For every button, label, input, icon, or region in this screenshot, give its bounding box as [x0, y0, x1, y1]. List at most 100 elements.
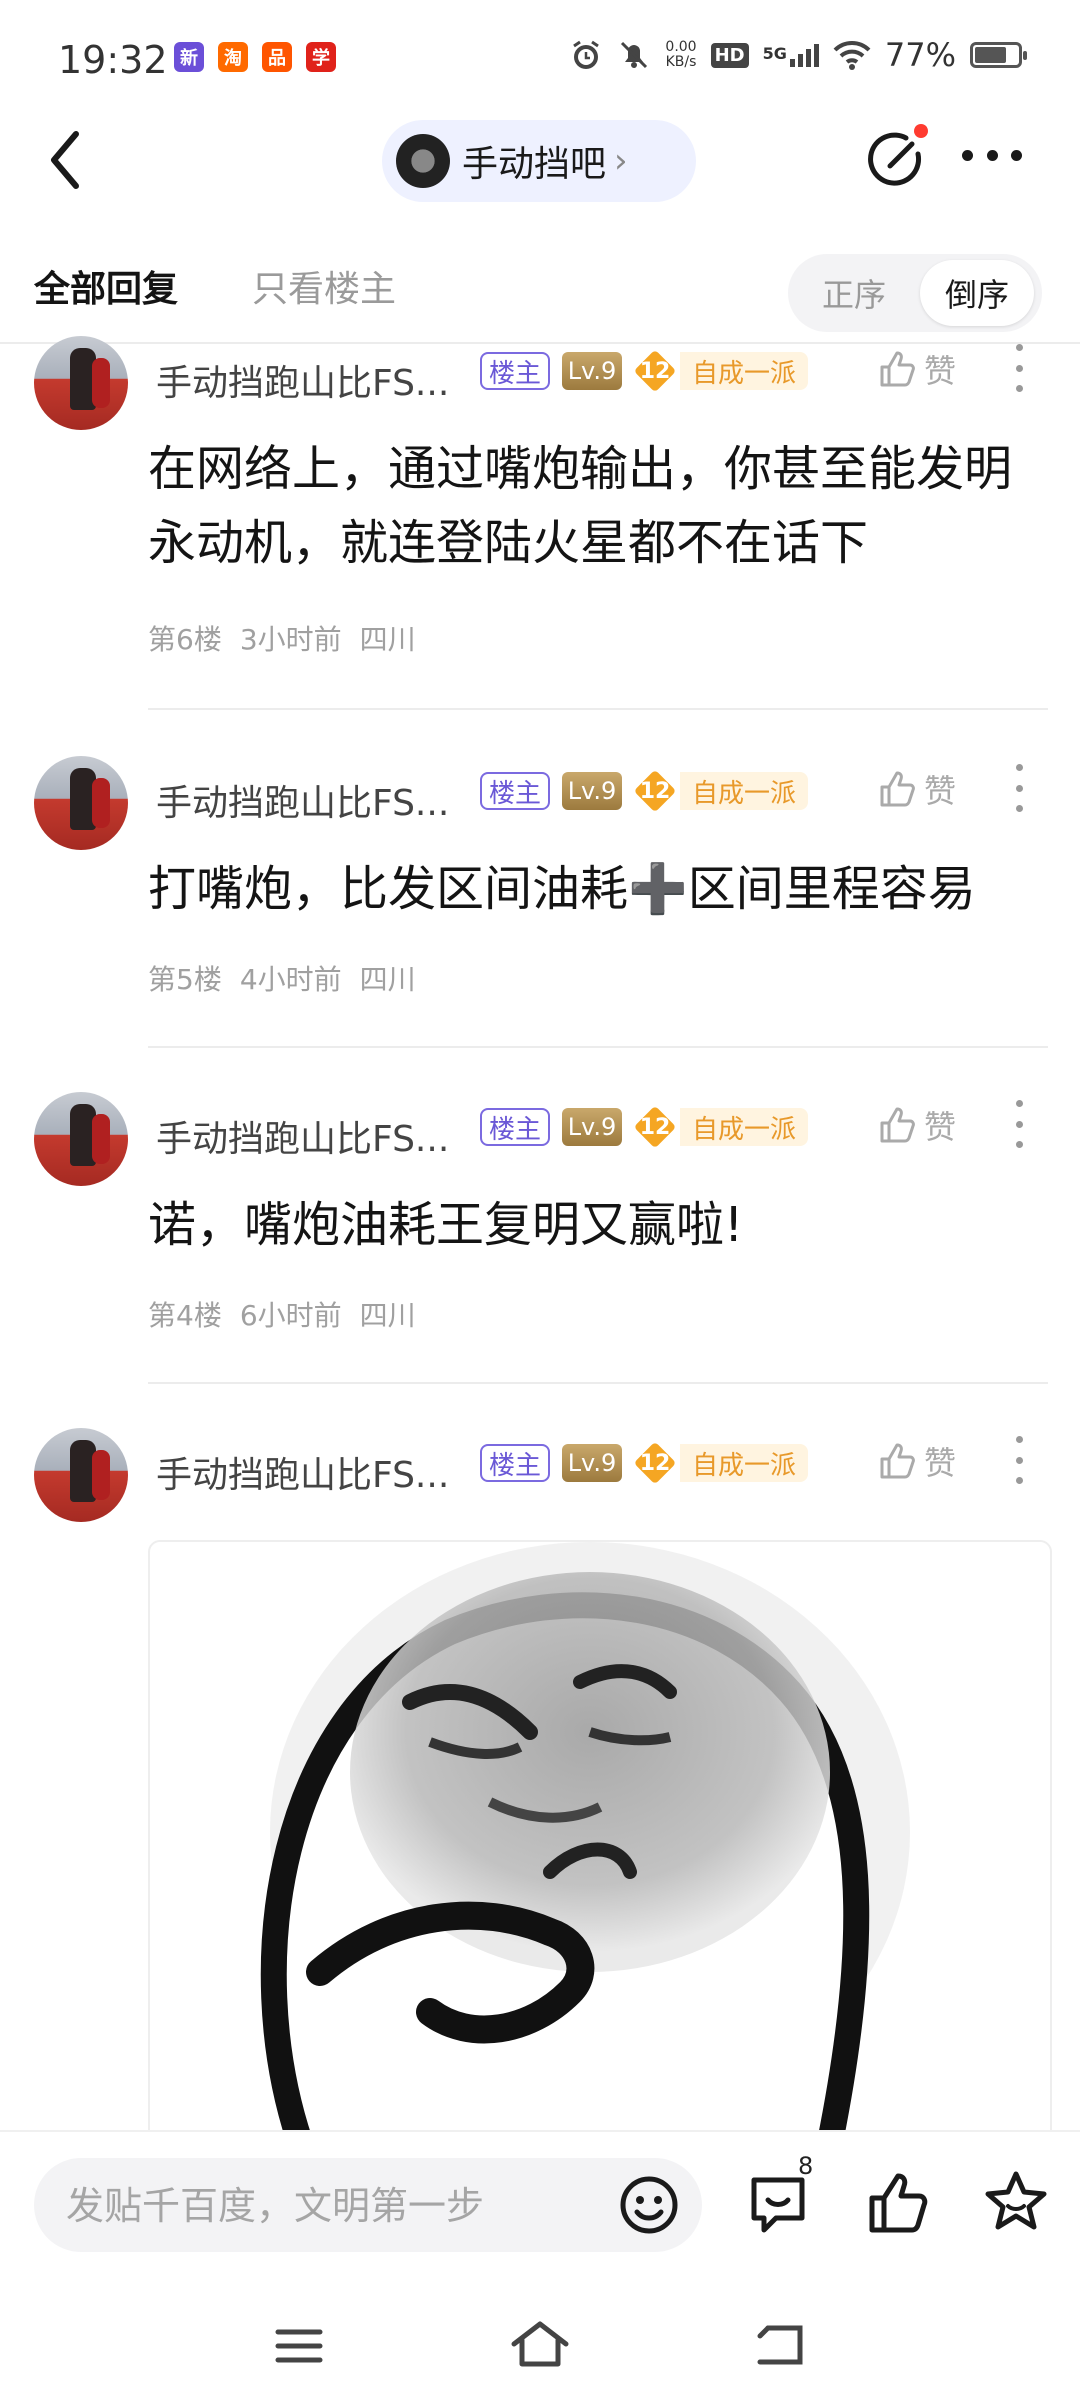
- net-speed: 0.00 KB/s: [665, 40, 696, 70]
- net-speed-unit: KB/s: [665, 54, 697, 70]
- floor-number: 第6楼: [148, 623, 222, 656]
- wifi-icon: [833, 40, 871, 70]
- level-badge: Lv.9: [562, 1108, 622, 1146]
- thinking-face-image: [260, 1542, 910, 2142]
- more-options-button[interactable]: [962, 150, 1022, 166]
- reply-input[interactable]: [64, 2158, 608, 2254]
- avatar[interactable]: [34, 756, 128, 850]
- taobao-icon: 淘: [218, 42, 248, 72]
- post-time: 3小时前: [239, 623, 342, 656]
- post-meta: 第4楼 6小时前 四川: [148, 1294, 434, 1334]
- title-text: 自成一派: [680, 352, 809, 390]
- sort-toggle: 正序 倒序: [788, 254, 1042, 332]
- post-more-button[interactable]: [1016, 1436, 1024, 1484]
- divider: [148, 1382, 1048, 1384]
- home-icon[interactable]: [508, 2318, 572, 2370]
- tab-only-op[interactable]: 只看楼主: [252, 260, 396, 312]
- network-label: 5G: [762, 43, 787, 63]
- back-button[interactable]: [40, 126, 92, 194]
- username[interactable]: 手动挡跑山比FS...: [156, 774, 449, 826]
- app-badge-4-icon: 学: [306, 42, 336, 72]
- like-button[interactable]: 赞: [878, 766, 956, 812]
- net-speed-value: 0.00: [665, 39, 697, 55]
- floor-number: 第4楼: [148, 1299, 222, 1332]
- chevron-right-icon: ›: [614, 141, 628, 181]
- post-location: 四川: [359, 623, 416, 656]
- tab-all-replies[interactable]: 全部回复: [34, 260, 178, 312]
- star-icon[interactable]: [982, 2168, 1050, 2236]
- title-text: 自成一派: [680, 1108, 809, 1146]
- like-label: 赞: [924, 1108, 957, 1146]
- post-more-button[interactable]: [1016, 1100, 1024, 1148]
- op-badge: 楼主: [480, 352, 550, 390]
- status-bar: 19:32 新 淘 品 学 0.00 KB/s HD 5G 77%: [0, 0, 1080, 120]
- post-content: 打嘴炮，比发区间油耗➕区间里程容易: [148, 861, 976, 917]
- forum-entry-button[interactable]: 手动挡吧 ›: [382, 120, 696, 202]
- title-badge: 12 自成一派: [633, 349, 809, 393]
- post-location: 四川: [359, 1299, 416, 1332]
- thumbs-up-icon: [880, 1107, 915, 1143]
- forum-name: 手动挡吧: [462, 144, 607, 185]
- floor-number: 第5楼: [148, 963, 222, 996]
- menu-icon[interactable]: [274, 2326, 324, 2366]
- back-nav-icon[interactable]: [752, 2322, 808, 2368]
- op-badge: 楼主: [480, 772, 550, 810]
- sort-ascending-button[interactable]: 正序: [800, 260, 908, 326]
- emoji-icon[interactable]: [618, 2174, 680, 2236]
- like-button[interactable]: 赞: [878, 1438, 956, 1484]
- post-meta: 第5楼 4小时前 四川: [148, 958, 434, 998]
- post-location: 四川: [359, 963, 416, 996]
- like-label: 赞: [924, 772, 957, 810]
- username[interactable]: 手动挡跑山比FS...: [156, 1446, 449, 1498]
- avatar[interactable]: [34, 336, 128, 430]
- app-badge-1-icon: 新: [174, 42, 204, 72]
- status-time: 19:32: [58, 38, 168, 82]
- alarm-icon: [573, 40, 600, 69]
- battery-icon: [970, 42, 1027, 68]
- system-navigation-bar: [0, 2290, 1080, 2400]
- username[interactable]: 手动挡跑山比FS...: [156, 354, 449, 406]
- title-level: 12: [639, 778, 671, 804]
- title-level: 12: [639, 1450, 671, 1476]
- post-more-button[interactable]: [1016, 344, 1024, 392]
- like-label: 赞: [924, 352, 957, 390]
- username[interactable]: 手动挡跑山比FS...: [156, 1110, 449, 1162]
- divider: [0, 342, 1080, 344]
- post-image-thinking-meme[interactable]: [148, 1540, 1052, 2144]
- title-level: 12: [639, 1114, 671, 1140]
- thumbs-up-icon: [880, 351, 915, 387]
- level-badge: Lv.9: [562, 352, 622, 390]
- thumbs-up-icon[interactable]: [866, 2170, 932, 2236]
- thumbs-up-icon: [880, 771, 915, 807]
- notification-app-icons: 新 淘 品 学: [174, 42, 336, 72]
- post-more-button[interactable]: [1016, 764, 1024, 812]
- level-badge: Lv.9: [562, 772, 622, 810]
- like-button[interactable]: 赞: [878, 346, 956, 392]
- avatar[interactable]: [34, 1428, 128, 1522]
- comment-count: 8: [798, 2152, 814, 2180]
- post-time: 4小时前: [239, 963, 342, 996]
- sort-descending-button[interactable]: 倒序: [920, 260, 1034, 326]
- reply-toolbar: 8: [0, 2130, 1080, 2292]
- like-button[interactable]: 赞: [878, 1102, 956, 1148]
- post-content: 诺，嘴炮油耗王复明又赢啦!: [148, 1197, 744, 1253]
- avatar[interactable]: [34, 1092, 128, 1186]
- reply-input-container[interactable]: [34, 2158, 702, 2254]
- title-badge: 12 自成一派: [633, 769, 809, 813]
- op-badge: 楼主: [480, 1444, 550, 1482]
- title-text: 自成一派: [680, 772, 809, 810]
- level-badge: Lv.9: [562, 1444, 622, 1482]
- title-level: 12: [639, 358, 671, 384]
- divider: [148, 708, 1048, 710]
- title-badge: 12 自成一派: [633, 1105, 809, 1149]
- battery-fill: [975, 47, 1007, 63]
- hd-icon: HD: [710, 42, 749, 68]
- post-meta: 第6楼 3小时前 四川: [148, 618, 434, 658]
- divider: [148, 1046, 1048, 1048]
- app-badge-3-icon: 品: [262, 42, 292, 72]
- status-indicators: 0.00 KB/s HD 5G 77%: [569, 36, 1027, 74]
- thumbs-up-icon: [880, 1443, 915, 1479]
- notification-dot: [914, 124, 928, 138]
- post-content: 在网络上，通过嘴炮输出，你甚至能发明永动机，就连登陆火星都不在话下: [148, 441, 1013, 571]
- title-text: 自成一派: [680, 1444, 809, 1482]
